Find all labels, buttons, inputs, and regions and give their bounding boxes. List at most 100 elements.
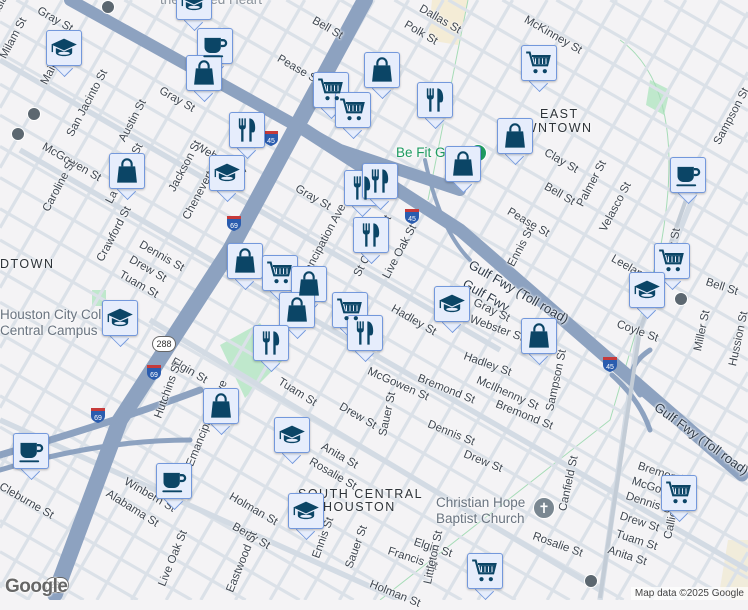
shield-text: 45 xyxy=(267,138,275,145)
shopping-icon xyxy=(190,59,218,87)
school-marker[interactable] xyxy=(209,155,247,201)
transit-stop-icon[interactable] xyxy=(11,127,25,141)
school-marker[interactable] xyxy=(176,0,214,30)
grocery-icon xyxy=(525,49,553,77)
coffee-marker[interactable] xyxy=(13,433,51,479)
i69-shield-icon: 69 xyxy=(90,407,106,423)
marker-badge xyxy=(445,146,481,182)
shield-text: 45 xyxy=(606,364,614,371)
school-icon xyxy=(106,304,134,332)
school-marker[interactable] xyxy=(629,272,667,318)
marker-badge xyxy=(347,315,383,351)
coffee-icon xyxy=(201,32,229,60)
marker-badge xyxy=(186,55,222,91)
area-midtown: DTOWN xyxy=(0,257,55,272)
shopping-marker[interactable] xyxy=(186,55,224,101)
marker-badge xyxy=(521,45,557,81)
grocery-marker[interactable] xyxy=(335,92,373,138)
marker-badge xyxy=(364,52,400,88)
shopping-icon xyxy=(283,296,311,324)
shopping-icon xyxy=(231,247,259,275)
school-icon xyxy=(278,421,306,449)
grocery-icon xyxy=(339,96,367,124)
school-marker[interactable] xyxy=(274,417,312,463)
sh288-shield: 288 xyxy=(152,336,176,352)
marker-badge xyxy=(335,92,371,128)
restaurant-marker[interactable] xyxy=(417,82,455,128)
transit-stop-icon[interactable] xyxy=(584,574,598,588)
google-logo: Google xyxy=(5,576,67,598)
restaurant-marker[interactable] xyxy=(353,217,391,263)
shopping-icon xyxy=(525,322,553,350)
marker-badge xyxy=(274,417,310,453)
shopping-icon xyxy=(501,122,529,150)
school-icon xyxy=(633,276,661,304)
grocery-icon xyxy=(658,247,686,275)
restaurant-marker[interactable] xyxy=(362,163,400,209)
shopping-marker[interactable] xyxy=(227,243,265,289)
transit-stop-icon[interactable] xyxy=(27,107,41,121)
poi-church-line1: Christian Hope xyxy=(436,495,525,510)
marker-badge xyxy=(13,433,49,469)
shopping-marker[interactable] xyxy=(497,118,535,164)
grocery-marker[interactable] xyxy=(661,475,699,521)
marker-badge xyxy=(227,243,263,279)
grocery-marker[interactable] xyxy=(467,553,505,599)
marker-badge xyxy=(362,163,398,199)
school-icon xyxy=(438,290,466,318)
marker-badge xyxy=(670,157,706,193)
map-attribution[interactable]: Map data ©2025 Google xyxy=(631,587,748,600)
grocery-marker[interactable] xyxy=(521,45,559,91)
marker-badge xyxy=(203,388,239,424)
marker-badge xyxy=(253,325,289,361)
marker-badge xyxy=(288,493,324,529)
restaurant-marker[interactable] xyxy=(229,112,267,158)
grocery-icon xyxy=(471,557,499,585)
shopping-icon xyxy=(368,56,396,84)
restaurant-marker[interactable] xyxy=(347,315,385,361)
school-marker[interactable] xyxy=(288,493,326,539)
poi-church[interactable]: Christian HopeBaptist Church xyxy=(436,495,525,527)
restaurant-marker[interactable] xyxy=(253,325,291,371)
school-icon xyxy=(50,34,78,62)
shopping-marker[interactable] xyxy=(521,318,559,364)
marker-badge xyxy=(46,30,82,66)
marker-badge xyxy=(102,300,138,336)
coffee-marker[interactable] xyxy=(156,463,194,509)
shield-text: 69 xyxy=(94,415,102,422)
shopping-marker[interactable] xyxy=(109,153,147,199)
shopping-icon xyxy=(449,150,477,178)
shopping-marker[interactable] xyxy=(203,388,241,434)
poi-college-line2: Central Campus xyxy=(0,323,98,338)
coffee-marker[interactable] xyxy=(670,157,708,203)
i45-shield-icon: 45 xyxy=(602,356,618,372)
church-cross-icon[interactable]: ✝ xyxy=(533,497,555,519)
shield-text: 69 xyxy=(230,223,238,230)
marker-badge xyxy=(262,255,298,291)
restaurant-icon xyxy=(366,167,394,195)
coffee-icon xyxy=(160,467,188,495)
i69-shield-icon: 69 xyxy=(146,364,162,380)
school-icon xyxy=(180,0,208,16)
marker-badge xyxy=(521,318,557,354)
marker-badge xyxy=(156,463,192,499)
area-south-central-2: HOUSTON xyxy=(323,500,396,515)
marker-badge xyxy=(229,112,265,148)
marker-badge xyxy=(467,553,503,589)
grocery-icon xyxy=(665,479,693,507)
school-marker[interactable] xyxy=(102,300,140,346)
transit-stop-icon[interactable] xyxy=(674,292,688,306)
marker-badge xyxy=(654,243,690,279)
school-marker[interactable] xyxy=(46,30,84,76)
street xyxy=(718,0,748,17)
shopping-icon xyxy=(113,157,141,185)
shopping-icon xyxy=(207,392,235,420)
shopping-marker[interactable] xyxy=(445,146,483,192)
poi-befit[interactable]: Be Fit G xyxy=(396,145,446,161)
school-icon xyxy=(292,497,320,525)
school-marker[interactable] xyxy=(434,286,472,332)
transit-stop-icon[interactable] xyxy=(101,0,115,14)
shopping-icon xyxy=(295,270,323,298)
coffee-icon xyxy=(674,161,702,189)
grocery-icon xyxy=(266,259,294,287)
